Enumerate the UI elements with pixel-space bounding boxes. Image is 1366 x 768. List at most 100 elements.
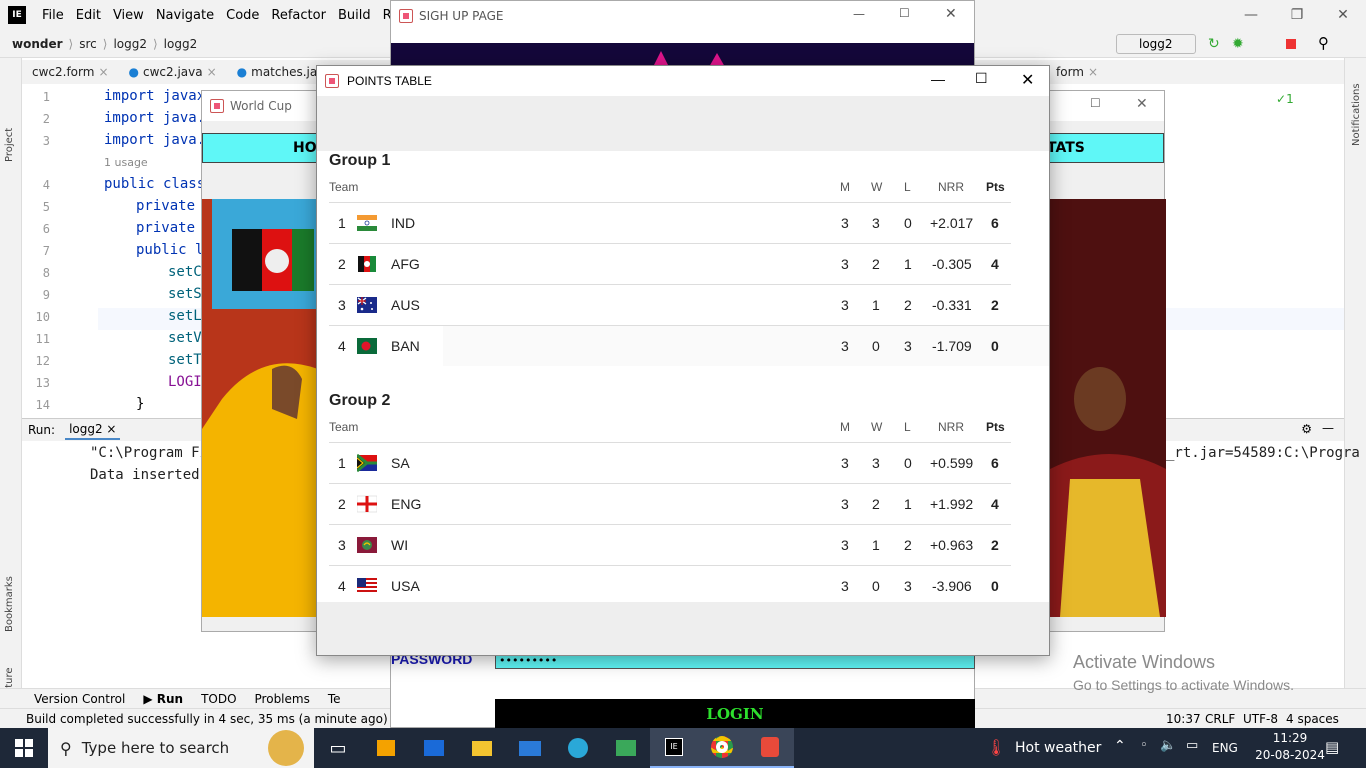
tool-version-control[interactable]: Version Control: [34, 692, 125, 706]
notifications-icon[interactable]: ▤: [1325, 738, 1339, 756]
volume-icon[interactable]: 🔈: [1160, 738, 1176, 753]
poster-right: [1050, 199, 1166, 617]
menu-file[interactable]: File: [36, 8, 70, 23]
menu-code[interactable]: Code: [220, 8, 265, 23]
gear-icon[interactable]: ⚙: [1301, 422, 1312, 436]
menu-refactor[interactable]: Refactor: [265, 8, 332, 23]
run-tab[interactable]: logg2 ×: [65, 420, 121, 440]
table-row[interactable]: 3 AUS 3 1 2 -0.331 2: [329, 284, 1011, 325]
menu-navigate[interactable]: Navigate: [150, 8, 220, 23]
nav-stats[interactable]: TATS: [1047, 140, 1085, 156]
mail-icon[interactable]: [506, 728, 554, 768]
windows-start-icon[interactable]: [0, 728, 48, 768]
close-button[interactable]: ✕: [1021, 70, 1034, 90]
table-row[interactable]: 2 ENG 3 2 1 +1.992 4: [329, 483, 1011, 524]
menu-edit[interactable]: Edit: [70, 8, 107, 23]
project-tool-label[interactable]: Project: [4, 128, 15, 162]
search-highlight-icon: [268, 730, 304, 766]
language-indicator[interactable]: ENG: [1212, 741, 1238, 755]
login-button[interactable]: LOGIN: [495, 699, 975, 729]
header-lost: L: [904, 420, 911, 434]
clock-date[interactable]: 20-08-2024: [1250, 748, 1330, 762]
group-title: Group 1: [329, 152, 391, 169]
meet-now-icon[interactable]: ◦: [1140, 738, 1148, 753]
points-cell: 0: [991, 338, 999, 354]
minimize-button[interactable]: —: [853, 7, 865, 21]
task-view-icon[interactable]: ▭: [314, 728, 362, 768]
run-config-label: logg2: [1139, 37, 1173, 51]
table-row[interactable]: 4 USA 3 0 3 -3.906 0: [329, 565, 1011, 602]
search-icon[interactable]: ⚲: [1318, 34, 1329, 52]
debug-icon[interactable]: ✹: [1232, 36, 1244, 52]
cursor-position[interactable]: 10:37: [1166, 712, 1201, 726]
intellij-taskbar-icon[interactable]: IE: [650, 728, 698, 768]
ide-restore-button[interactable]: ❐: [1274, 0, 1320, 30]
ide-minimize-button[interactable]: —: [1228, 0, 1274, 30]
indent-setting[interactable]: 4 spaces: [1286, 712, 1339, 726]
table-row[interactable]: 1 SA 3 3 0 +0.599 6: [329, 442, 1011, 483]
file-explorer-icon[interactable]: [458, 728, 506, 768]
status-message[interactable]: Build completed successfully in 4 sec, 3…: [0, 712, 388, 726]
afghanistan-flag-icon: [358, 256, 376, 272]
maximize-button[interactable]: ☐: [1090, 96, 1101, 110]
breadcrumb-project[interactable]: wonder: [0, 37, 67, 51]
file-encoding[interactable]: UTF-8: [1243, 712, 1278, 726]
table-row[interactable]: 4 BAN 3 0 3 -1.709 0: [329, 325, 1049, 366]
stop-icon[interactable]: [1286, 39, 1296, 49]
media-app-icon[interactable]: [602, 728, 650, 768]
tray-chevron-icon[interactable]: ⌃: [1114, 738, 1126, 754]
bookmarks-tool-label[interactable]: Bookmarks: [4, 576, 15, 632]
tab-cwc2-form[interactable]: cwc2.form ×: [22, 65, 119, 79]
network-icon[interactable]: ▭: [1186, 738, 1198, 753]
line-number: 7: [42, 244, 50, 258]
chevron-right-icon: ⟩: [68, 36, 74, 51]
nrr-cell: -1.709: [932, 338, 972, 354]
menu-build[interactable]: Build: [332, 8, 377, 23]
menu-view[interactable]: View: [107, 8, 150, 23]
tab-form[interactable]: form ×: [1046, 65, 1108, 79]
console-line: "C:\Program Fi: [90, 445, 209, 461]
notifications-tool-label[interactable]: Notifications: [1351, 83, 1362, 146]
maximize-button[interactable]: ☐: [899, 6, 910, 20]
edge-browser-icon[interactable]: [554, 728, 602, 768]
minimize-panel-icon[interactable]: —: [1322, 421, 1334, 435]
tool-run[interactable]: ▶ Run: [143, 692, 183, 706]
run-config-dropdown[interactable]: logg2: [1116, 34, 1196, 54]
breadcrumb-method[interactable]: logg2: [160, 37, 202, 51]
java-icon: [399, 9, 413, 23]
header-nrr: NRR: [938, 420, 964, 434]
weather-text[interactable]: Hot weather: [1015, 740, 1101, 756]
tool-terminal[interactable]: Te: [328, 692, 341, 706]
table-row[interactable]: 1 IND 3 3 0 +2.017 6: [329, 202, 1011, 243]
minimize-button[interactable]: —: [931, 71, 945, 87]
line-separator[interactable]: CRLF: [1205, 712, 1235, 726]
matches-cell: 3: [841, 496, 849, 512]
nav-home[interactable]: HO: [293, 140, 317, 156]
banner-art: [653, 51, 725, 67]
nrr-cell: +0.963: [930, 537, 974, 553]
microsoft-store-icon[interactable]: [362, 728, 410, 768]
table-row[interactable]: 2 AFG 3 2 1 -0.305 4: [329, 243, 1011, 284]
tool-problems[interactable]: Problems: [255, 692, 310, 706]
close-button[interactable]: ✕: [945, 6, 957, 22]
tab-matches-java[interactable]: ● matches.ja: [227, 65, 328, 79]
breadcrumb-src[interactable]: src: [75, 37, 101, 51]
line-number: 8: [42, 266, 50, 280]
line-number: 13: [35, 376, 50, 390]
taskbar-search-box[interactable]: ⚲ Type here to search: [48, 728, 314, 768]
breadcrumb-class[interactable]: logg2: [109, 37, 151, 51]
rerun-icon[interactable]: ↻: [1208, 36, 1220, 52]
usage-hint[interactable]: 1 usage: [104, 156, 148, 169]
maximize-button[interactable]: ☐: [975, 70, 988, 87]
remote-app-icon[interactable]: [410, 728, 458, 768]
java-app-icon[interactable]: [746, 728, 794, 768]
clock-time[interactable]: 11:29: [1260, 731, 1320, 745]
inspection-ok-icon[interactable]: ✓1: [1276, 92, 1294, 106]
tool-todo[interactable]: TODO: [201, 692, 236, 706]
ide-close-button[interactable]: ✕: [1320, 0, 1366, 30]
matches-cell: 3: [841, 455, 849, 471]
close-button[interactable]: ✕: [1136, 96, 1148, 112]
table-row[interactable]: 3 WI 3 1 2 +0.963 2: [329, 524, 1011, 565]
tab-cwc2-java[interactable]: ● cwc2.java ×: [119, 65, 227, 79]
chrome-icon[interactable]: [698, 728, 746, 768]
